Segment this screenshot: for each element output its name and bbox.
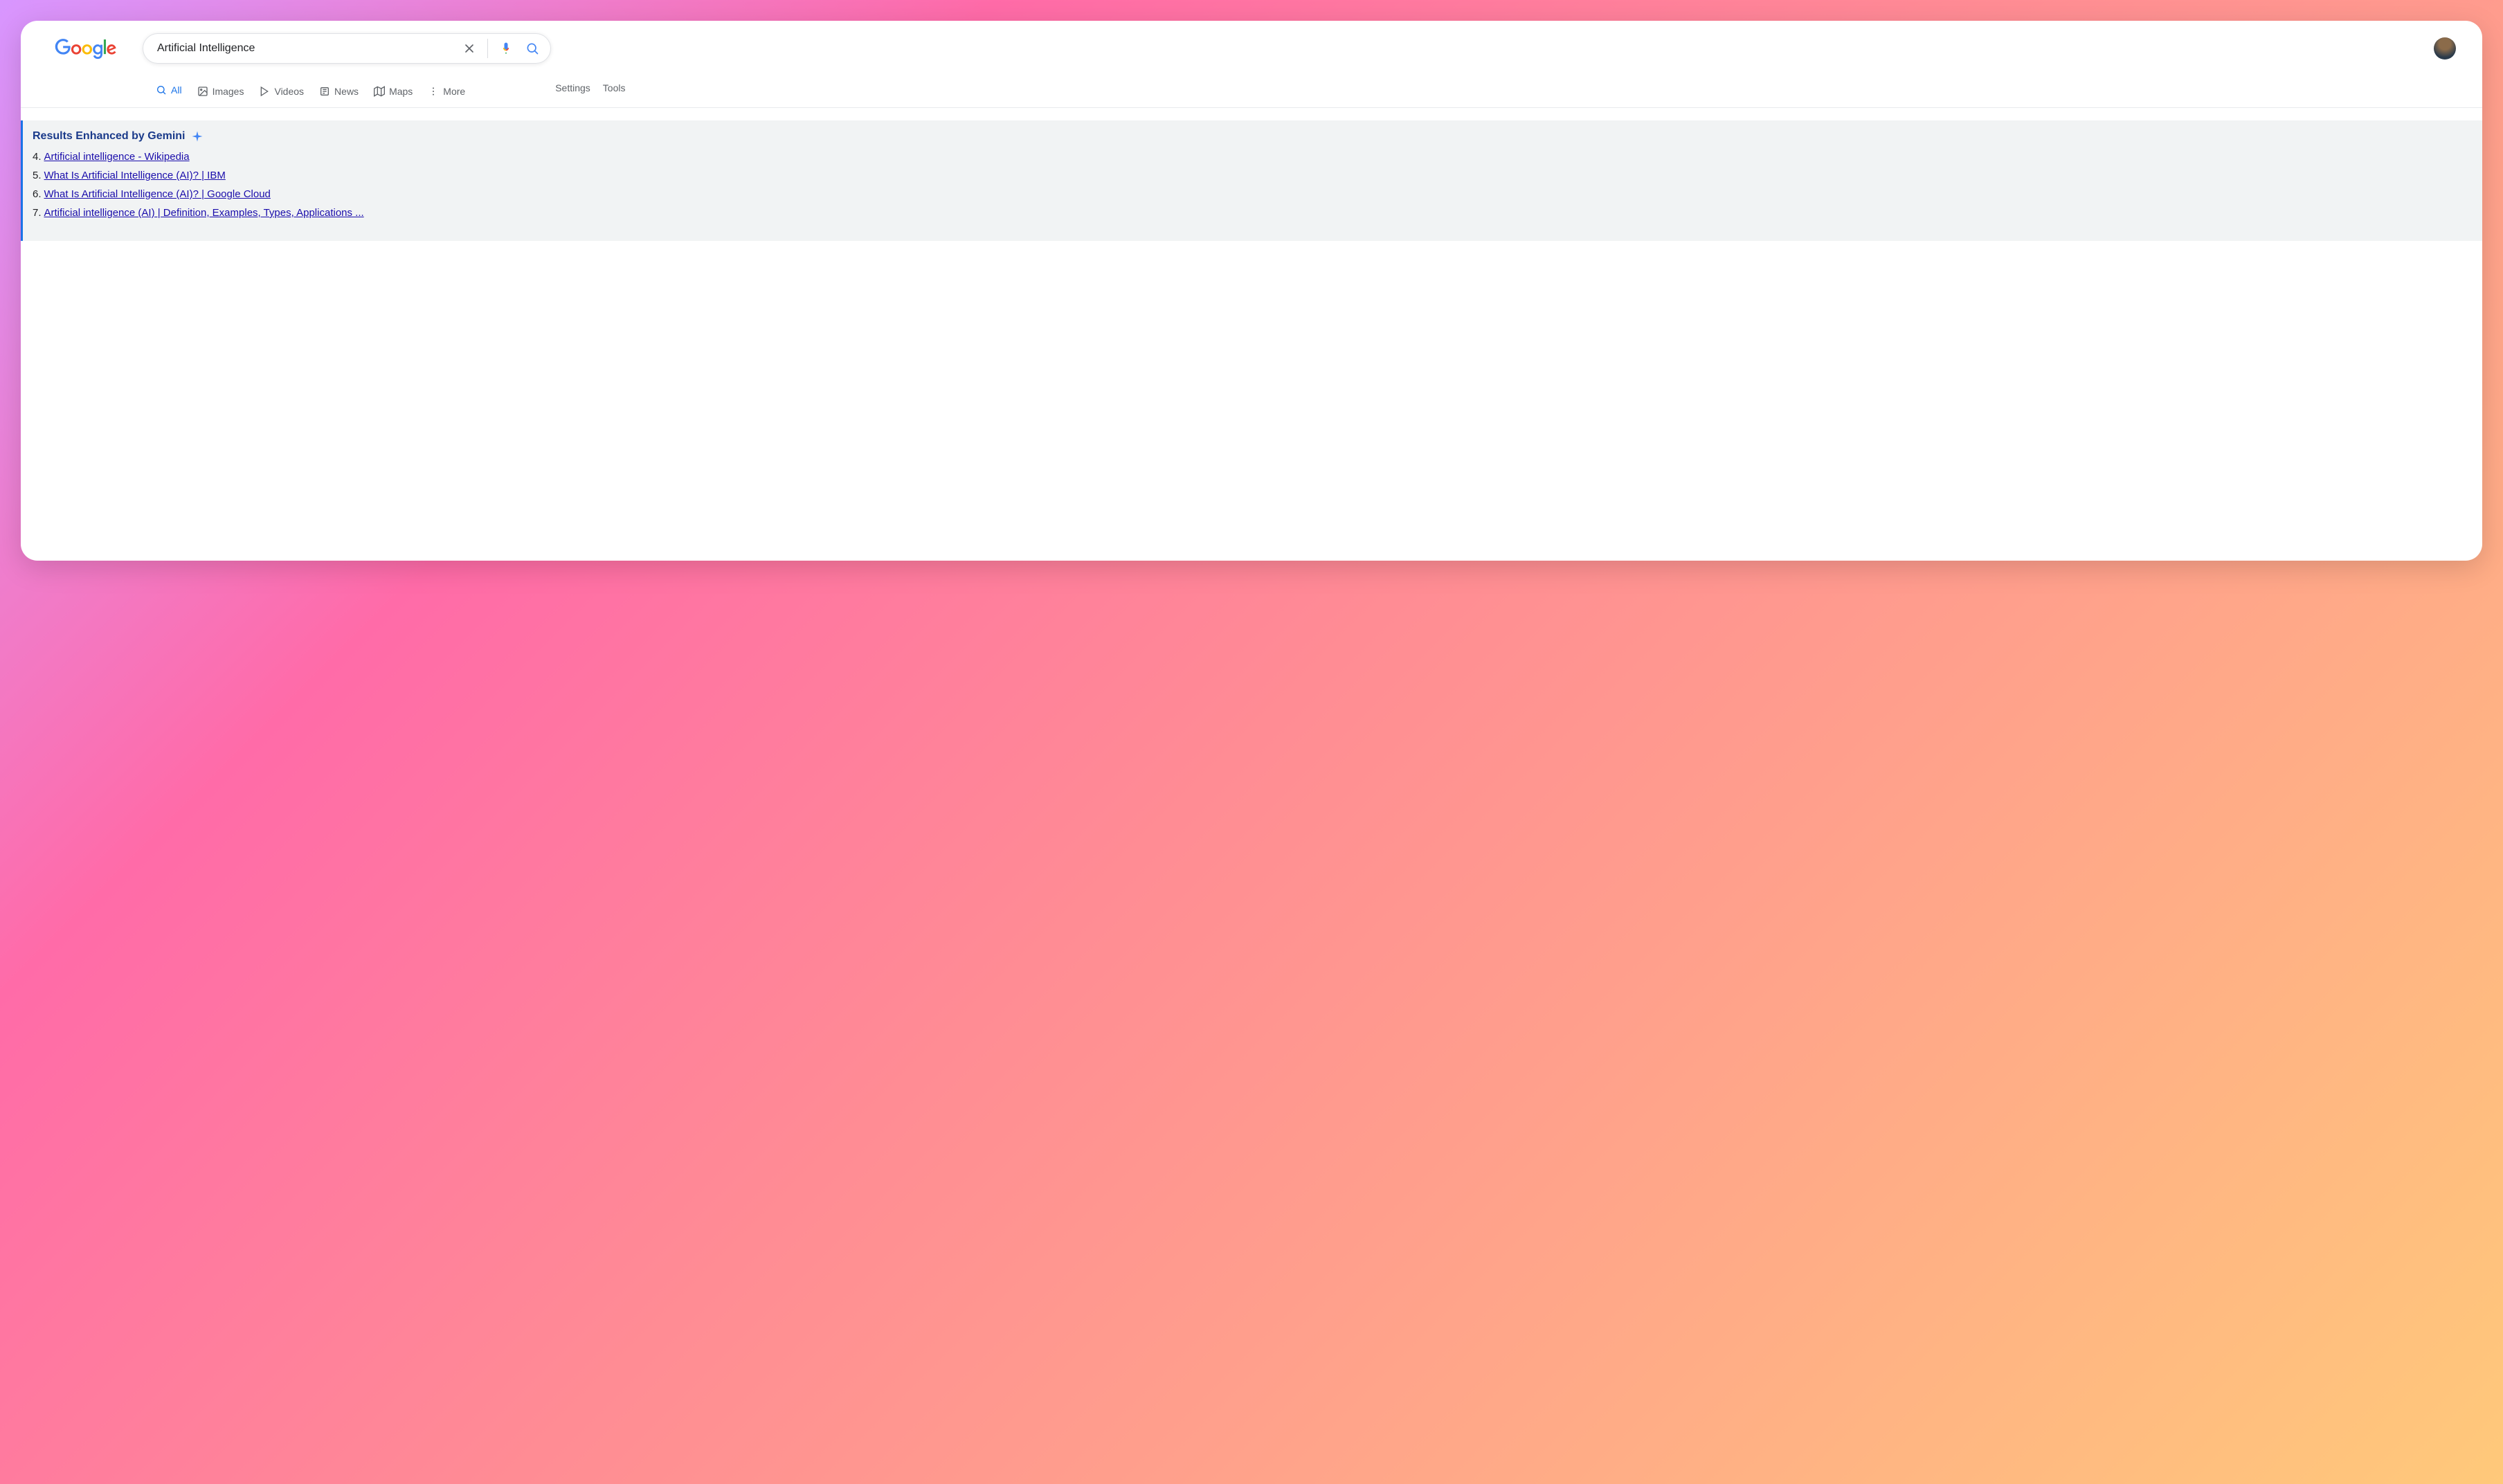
result-number: 4. [33,151,42,163]
google-logo[interactable] [54,37,118,60]
clear-icon[interactable] [461,40,478,57]
tab-label: News [334,86,359,97]
tab-maps[interactable]: Maps [374,79,413,107]
mic-icon[interactable] [498,40,514,57]
tab-all[interactable]: All [156,78,182,107]
search-actions [461,39,541,58]
result-row: 7. Artificial intelligence (AI) | Defini… [33,207,2473,219]
result-link[interactable]: Artificial intelligence - Wikipedia [44,151,190,163]
divider [487,39,488,58]
settings-link[interactable]: Settings [555,82,590,93]
tab-label: Maps [389,86,413,97]
result-number: 5. [33,170,42,181]
nav-tabs-row: All Images Videos News Maps More [21,78,2482,108]
result-link[interactable]: What Is Artificial Intelligence (AI)? | … [44,188,271,200]
gemini-title-text: Results Enhanced by Gemini [33,130,186,143]
tools-link[interactable]: Tools [603,82,626,93]
result-row: 4. Artificial intelligence - Wikipedia [33,151,2473,163]
search-icon[interactable] [524,40,541,57]
tab-label: Images [213,86,244,97]
result-row: 5. What Is Artificial Intelligence (AI)?… [33,170,2473,181]
tab-videos[interactable]: Videos [259,79,304,107]
header [21,21,2482,64]
result-row: 6. What Is Artificial Intelligence (AI)?… [33,188,2473,200]
tab-images[interactable]: Images [197,79,244,107]
result-number: 7. [33,207,42,219]
tab-label: More [443,86,465,97]
nav-tabs: All Images Videos News Maps More [156,78,465,107]
result-number: 6. [33,188,42,200]
sparkle-icon [191,130,204,143]
search-input[interactable] [157,42,461,55]
tab-label: All [171,84,182,96]
search-bar[interactable] [143,33,551,64]
tab-news[interactable]: News [319,79,359,107]
avatar[interactable] [2434,37,2456,60]
tab-more[interactable]: More [428,79,465,107]
gemini-title: Results Enhanced by Gemini [33,130,2473,143]
gemini-panel: Results Enhanced by Gemini 4. Artificial… [21,120,2482,241]
search-window: All Images Videos News Maps More [21,21,2482,561]
result-link[interactable]: What Is Artificial Intelligence (AI)? | … [44,170,226,181]
nav-right: Settings Tools [555,82,625,103]
result-link[interactable]: Artificial intelligence (AI) | Definitio… [44,207,364,219]
tab-label: Videos [274,86,304,97]
